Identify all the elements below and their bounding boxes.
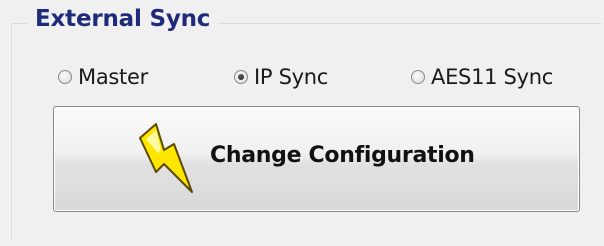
external-sync-panel: External Sync Master IP Sync AES11 Sync … — [0, 0, 604, 246]
radio-master-indicator[interactable] — [58, 70, 72, 84]
change-configuration-button[interactable]: Change Configuration — [53, 106, 580, 212]
radio-aes11-sync-indicator[interactable] — [411, 70, 425, 84]
radio-ip-sync-label[interactable]: IP Sync — [254, 65, 328, 89]
change-configuration-label: Change Configuration — [210, 143, 475, 168]
sync-mode-radio-group: Master IP Sync AES11 Sync — [0, 62, 604, 92]
radio-master-label[interactable]: Master — [78, 65, 148, 89]
group-title: External Sync — [27, 4, 219, 34]
radio-ip-sync[interactable]: IP Sync — [234, 62, 328, 92]
radio-master[interactable]: Master — [58, 62, 148, 92]
radio-aes11-sync-label[interactable]: AES11 Sync — [431, 65, 553, 89]
radio-aes11-sync[interactable]: AES11 Sync — [411, 62, 553, 92]
lightning-bolt-icon — [139, 123, 193, 193]
radio-ip-sync-indicator[interactable] — [234, 70, 248, 84]
